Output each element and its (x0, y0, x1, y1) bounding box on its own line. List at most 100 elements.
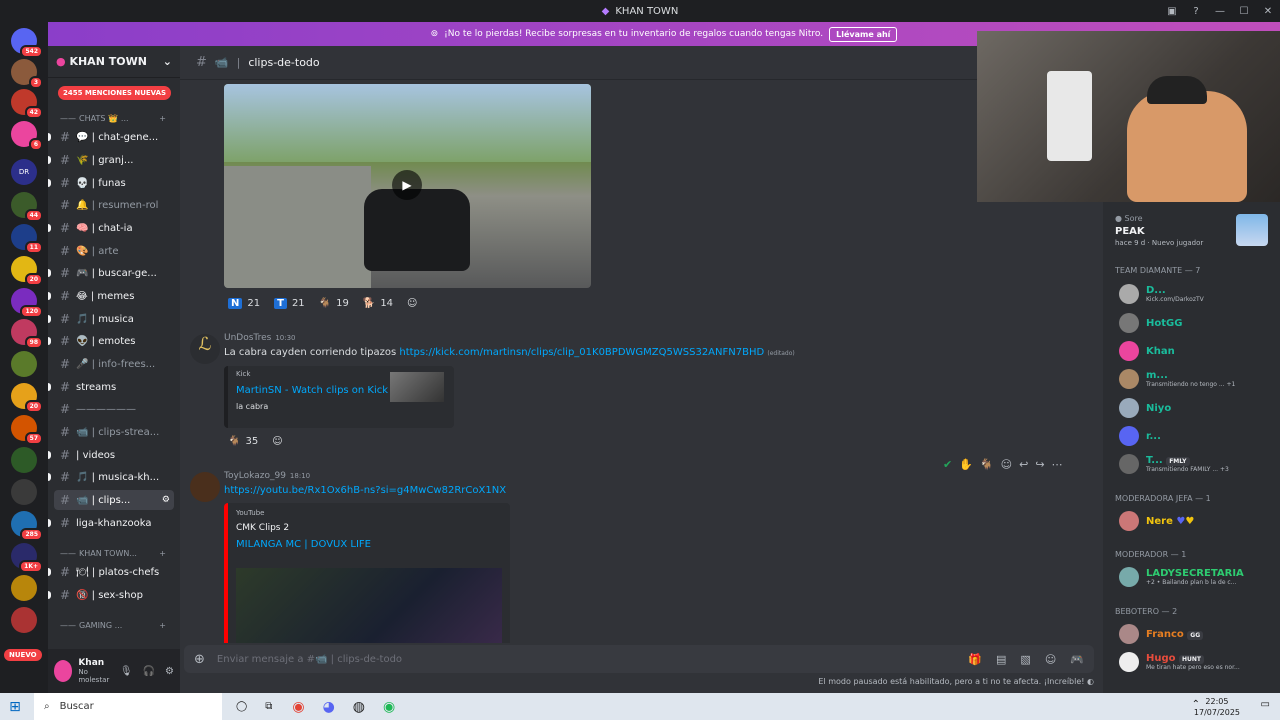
channel-item[interactable]: # 🔔 | resumen-rol (48, 195, 180, 215)
category-gaming[interactable]: —— GAMING ... + (48, 617, 180, 633)
member-item[interactable]: T... FMLY Transmitiendo FAMILY ... +3 (1119, 454, 1229, 474)
spotify-icon[interactable]: ◉ (383, 699, 395, 715)
channel-item[interactable]: # 🔞 | sex-shop (48, 585, 180, 605)
message-author[interactable]: UnDosTres 10:30 (224, 333, 296, 343)
channel-item[interactable]: # 🎤 | info-frees... (48, 354, 180, 374)
channel-item[interactable]: # 💬 | chat-gene... (48, 127, 180, 147)
info-icon[interactable]: ◐ (1087, 677, 1094, 686)
close-button[interactable]: ✕ (1256, 6, 1280, 17)
dm-home-icon[interactable]: 542 (11, 28, 43, 58)
member-item[interactable]: Hugo HUNT Me tiran hate pero eso es nor..… (1119, 652, 1240, 672)
activity-game[interactable]: PEAK (1115, 226, 1145, 237)
microphone-icon[interactable]: 🎙 (120, 666, 133, 677)
member-item[interactable]: LADYSECRETARIA +2 • Bailando plan b la de… (1119, 567, 1244, 587)
embed-thumbnail[interactable] (390, 372, 444, 402)
reaction[interactable]: 🐕 14 (363, 298, 393, 309)
sticker-icon[interactable]: ▧ (1020, 653, 1030, 666)
mentions-pill[interactable]: 2455 MENCIONES NUEVAS (58, 86, 172, 100)
gif-icon[interactable]: ▤ (996, 653, 1006, 666)
video-thumbnail[interactable] (236, 568, 502, 643)
server-icon[interactable]: 98 (11, 319, 43, 349)
server-icon[interactable]: 20 (11, 256, 43, 286)
channel-item[interactable]: # 🎨 | arte (48, 241, 180, 261)
channel-item[interactable]: # 🎮 | buscar-ge... (48, 263, 180, 283)
server-icon[interactable]: 44 (11, 192, 43, 222)
server-icon[interactable] (11, 447, 37, 473)
add-channel-icon[interactable]: + (159, 549, 166, 558)
server-icon[interactable]: DR (11, 159, 37, 185)
member-item[interactable]: Franco GG (1119, 624, 1204, 644)
message-author[interactable]: ToyLokazo_99 18:10 (224, 471, 310, 481)
server-icon[interactable]: 1K+ (11, 543, 43, 573)
channel-item[interactable]: # 🌾 | granj... (48, 150, 180, 170)
server-icon[interactable] (11, 575, 37, 601)
minimize-button[interactable]: — (1208, 6, 1232, 17)
avatar[interactable] (54, 660, 73, 682)
task-view-icon[interactable]: ◯ (236, 701, 247, 712)
avatar[interactable] (190, 472, 220, 502)
message-link[interactable]: https://youtu.be/Rx1Ox6hB-ns?si=g4MwCw82… (224, 485, 506, 496)
play-icon[interactable]: ▶ (392, 170, 422, 200)
server-icon[interactable]: 20 (11, 383, 43, 413)
embed-author[interactable]: CMK Clips 2 (236, 523, 502, 533)
channel-item-active[interactable]: # 📹 | clips... ⚙ (54, 490, 174, 510)
category-khan-town[interactable]: —— KHAN TOWN... + (48, 545, 180, 561)
video-embed[interactable]: ▶ (224, 84, 591, 288)
server-icon[interactable]: 57 (11, 415, 43, 445)
channel-item[interactable]: # 😂 | memes (48, 286, 180, 306)
server-icon[interactable] (11, 351, 37, 377)
server-icon[interactable] (11, 479, 37, 505)
chrome-icon[interactable]: ◉ (292, 699, 304, 715)
server-icon[interactable]: 11 (11, 224, 43, 254)
channel-item[interactable]: # 👽 | emotes (48, 331, 180, 351)
message-link[interactable]: https://kick.com/martinsn/clips/clip_01K… (399, 347, 764, 358)
add-reaction-icon[interactable]: ☺ (272, 436, 282, 447)
server-icon[interactable] (11, 607, 37, 633)
maximize-button[interactable]: ☐ (1232, 6, 1256, 17)
add-attachment-icon[interactable]: ⊕ (194, 652, 205, 667)
channel-item[interactable]: # 🎵 | musica-kh... (48, 467, 180, 487)
member-item[interactable]: Niyo (1119, 398, 1171, 418)
inbox-icon[interactable]: ▣ (1160, 6, 1184, 17)
taskbar-clock[interactable]: 22:05 17/07/2025 (1194, 696, 1240, 718)
member-item[interactable]: Nere ♥♥ (1119, 511, 1194, 531)
member-item[interactable]: Khan (1119, 341, 1175, 361)
guild-header[interactable]: ● KHAN TOWN ⌄ (48, 46, 180, 78)
headphones-icon[interactable]: 🎧 (143, 666, 155, 677)
channel-item[interactable]: # liga-khanzooka (48, 513, 180, 533)
reaction[interactable]: N 21 (228, 298, 260, 309)
server-icon[interactable]: 42 (11, 89, 43, 119)
channel-item[interactable]: # 💀 | funas (48, 173, 180, 193)
reaction[interactable]: 🐐 35 (228, 436, 258, 447)
nitro-cta-button[interactable]: Llévame ahí (829, 26, 898, 42)
avatar[interactable]: ℒ (190, 334, 220, 364)
gift-icon[interactable]: 🎁 (968, 653, 982, 666)
new-unreads-pill[interactable]: NUEVO (4, 649, 42, 661)
windows-start-icon[interactable]: ⊞ (0, 699, 30, 715)
server-icon[interactable]: 120 (11, 288, 43, 318)
help-icon[interactable]: ? (1184, 6, 1208, 17)
category-chats[interactable]: —— CHATS 👑 ... + (48, 110, 180, 126)
channel-item[interactable]: # 🎵 | musica (48, 309, 180, 329)
member-item[interactable]: r... (1119, 426, 1161, 446)
member-item[interactable]: HotGG (1119, 313, 1182, 333)
widgets-icon[interactable]: ⧉ (265, 701, 272, 712)
activity-art[interactable] (1236, 214, 1268, 246)
discord-icon[interactable]: ◕ (323, 699, 335, 715)
channel-item[interactable]: # 📹 | clips-strea... (48, 422, 180, 442)
channel-item[interactable]: # 🧠 | chat-ia (48, 218, 180, 238)
notification-icon[interactable]: ▭ (1261, 699, 1270, 710)
message-input[interactable]: Enviar mensaje a #📹 | clips-de-todo (217, 654, 402, 665)
add-reaction-icon[interactable]: ☺ (407, 298, 417, 309)
channel-item[interactable]: # | videos (48, 445, 180, 465)
reaction[interactable]: 🐐 19 (319, 298, 349, 309)
reaction[interactable]: T 21 (274, 298, 305, 309)
member-item[interactable]: D... Kick.com/DarkozTV (1119, 284, 1204, 304)
taskbar-search[interactable]: ⌕ Buscar (34, 693, 222, 720)
obs-icon[interactable]: ◍ (353, 699, 365, 715)
settings-icon[interactable]: ⚙ (162, 495, 170, 505)
channel-item[interactable]: # streams (48, 377, 180, 397)
add-channel-icon[interactable]: + (159, 114, 166, 123)
add-channel-icon[interactable]: + (159, 621, 166, 630)
channel-item[interactable]: # 🍽 | platos-chefs (48, 562, 180, 582)
